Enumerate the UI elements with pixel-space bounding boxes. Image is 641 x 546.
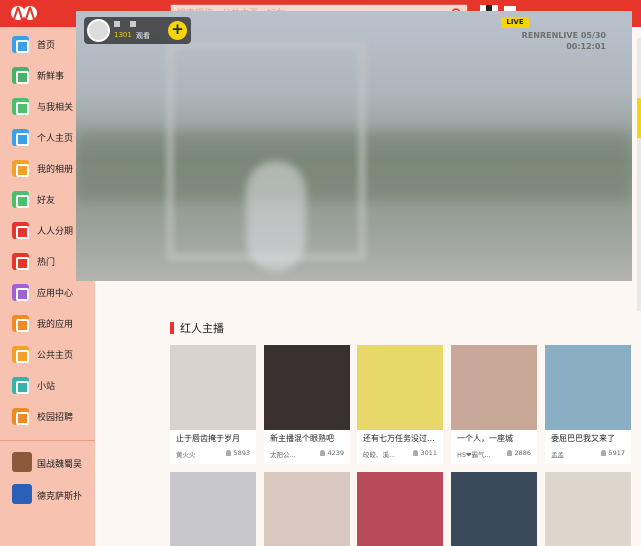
live-badge: LIVE (501, 17, 529, 28)
streamer-thumbnail[interactable] (264, 345, 350, 430)
sidebar-game-label[interactable]: 国战魏蜀吴 (37, 457, 82, 470)
related-icon (12, 98, 29, 115)
streamer-nickname[interactable]: 太阳公... (270, 449, 314, 459)
person-icon (507, 450, 513, 456)
friends-icon (12, 191, 29, 208)
section-title: 红人主播 (180, 322, 224, 335)
streamer-nickname[interactable]: 皎皎、溪... (363, 449, 407, 459)
streamer-nickname[interactable]: 黄火火 (176, 449, 220, 459)
host-watch-label: 观看 (136, 32, 150, 40)
streamer-thumbnail[interactable] (170, 472, 256, 546)
streamer-card[interactable]: 一个人，一座城 HS❤霸气... 2886 (451, 345, 537, 464)
sidebar-item-label: 校园招聘 (37, 413, 74, 423)
sidebar-item-label: 我的应用 (37, 320, 74, 330)
viewer-count-value: 4239 (327, 449, 344, 457)
viewer-count: 3011 (413, 449, 437, 457)
streamer-thumbnail[interactable] (170, 345, 256, 430)
viewer-count-value: 5893 (233, 449, 250, 457)
viewer-count-value: 2886 (514, 449, 531, 457)
viewer-count-value: 5917 (608, 449, 625, 457)
my-apps-icon (12, 315, 29, 332)
sidebar-item-label: 小站 (37, 382, 56, 392)
sidebar-item-12[interactable]: 校园招聘 (0, 405, 95, 429)
person-icon (226, 450, 232, 456)
station-icon (12, 377, 29, 394)
album-icon (12, 160, 29, 177)
sidebar-item-8[interactable]: 应用中心 (0, 281, 95, 305)
installment-icon (12, 222, 29, 239)
person-icon (601, 450, 607, 456)
person-icon (413, 450, 419, 456)
streamer-caption[interactable]: 还有七万任务没过... (363, 433, 441, 444)
sidebar-item-9[interactable]: 我的应用 (0, 312, 95, 336)
news-icon (12, 67, 29, 84)
host-viewer-count: 1301 (114, 31, 132, 39)
streamer-thumbnail[interactable] (264, 472, 350, 546)
sidebar-item-label: 新鲜事 (37, 72, 65, 82)
renren-logo[interactable] (10, 4, 38, 22)
sidebar-item-label: 热门 (37, 258, 56, 268)
home-icon (12, 36, 29, 53)
campus-hiring-icon (12, 408, 29, 425)
streamer-card[interactable]: 新主播混个眼熟吧 太阳公... 4239 (264, 345, 350, 464)
sidebar-item-label: 好友 (37, 196, 56, 206)
viewer-count: 4239 (320, 449, 344, 457)
game-texas-icon[interactable] (12, 484, 32, 504)
side-preview-strip[interactable] (637, 38, 641, 311)
public-page-icon (12, 346, 29, 363)
host-level-icons (114, 21, 144, 27)
section-marker (170, 322, 174, 334)
profile-icon (12, 129, 29, 146)
streamer-caption[interactable]: 止于唇齿掩于岁月 (176, 433, 254, 444)
streamer-caption[interactable]: 委屈巴巴我又来了 (551, 433, 629, 444)
live-player[interactable]: 1301 观看 + LIVE RENRENLIVE 05/30 00:12:01 (76, 11, 632, 281)
sidebar-item-label: 人人分期 (37, 227, 74, 237)
sidebar-item-label: 应用中心 (37, 289, 74, 299)
streamer-thumbnail[interactable] (545, 345, 631, 430)
sidebar-item-label: 个人主页 (37, 134, 74, 144)
sidebar-item-label: 我的相册 (37, 165, 74, 175)
game-guozhan-icon[interactable] (12, 452, 32, 472)
viewer-count: 5893 (226, 449, 250, 457)
streamer-thumbnail[interactable] (357, 472, 443, 546)
sidebar-item-label: 与我相关 (37, 103, 74, 113)
streamer-nickname[interactable]: 孟孟 (551, 449, 595, 459)
streamer-card[interactable]: 止于唇齿掩于岁月 黄火火 5893 (170, 345, 256, 464)
viewer-count-value: 3011 (420, 449, 437, 457)
person-icon (320, 450, 326, 456)
sidebar-item-11[interactable]: 小站 (0, 374, 95, 398)
live-watermark: RENRENLIVE 05/30 (521, 31, 606, 40)
streamer-thumbnail[interactable] (357, 345, 443, 430)
streamer-card[interactable]: 还有七万任务没过... 皎皎、溪... 3011 (357, 345, 443, 464)
sidebar-divider (0, 440, 95, 441)
follow-button[interactable]: + (168, 21, 187, 40)
streamer-caption[interactable]: 新主播混个眼熟吧 (270, 433, 348, 444)
viewer-count: 2886 (507, 449, 531, 457)
streamer-card[interactable]: 委屈巴巴我又来了 孟孟 5917 (545, 345, 631, 464)
streamer-caption[interactable]: 一个人，一座城 (457, 433, 535, 444)
streamer-nickname[interactable]: HS❤霸气... (457, 449, 501, 459)
host-card[interactable]: 1301 观看 + (84, 17, 191, 44)
streamer-thumbnail[interactable] (545, 472, 631, 546)
viewer-count: 5917 (601, 449, 625, 457)
live-timestamp: 00:12:01 (566, 42, 606, 51)
streamer-thumbnail[interactable] (451, 472, 537, 546)
sidebar-item-label: 公共主页 (37, 351, 74, 361)
streamer-thumbnail[interactable] (451, 345, 537, 430)
sidebar-item-10[interactable]: 公共主页 (0, 343, 95, 367)
hot-icon (12, 253, 29, 270)
sidebar-game-label[interactable]: 德克萨斯扑 (37, 489, 82, 502)
sidebar-item-label: 首页 (37, 41, 56, 51)
host-avatar[interactable] (87, 19, 110, 42)
app-center-icon (12, 284, 29, 301)
